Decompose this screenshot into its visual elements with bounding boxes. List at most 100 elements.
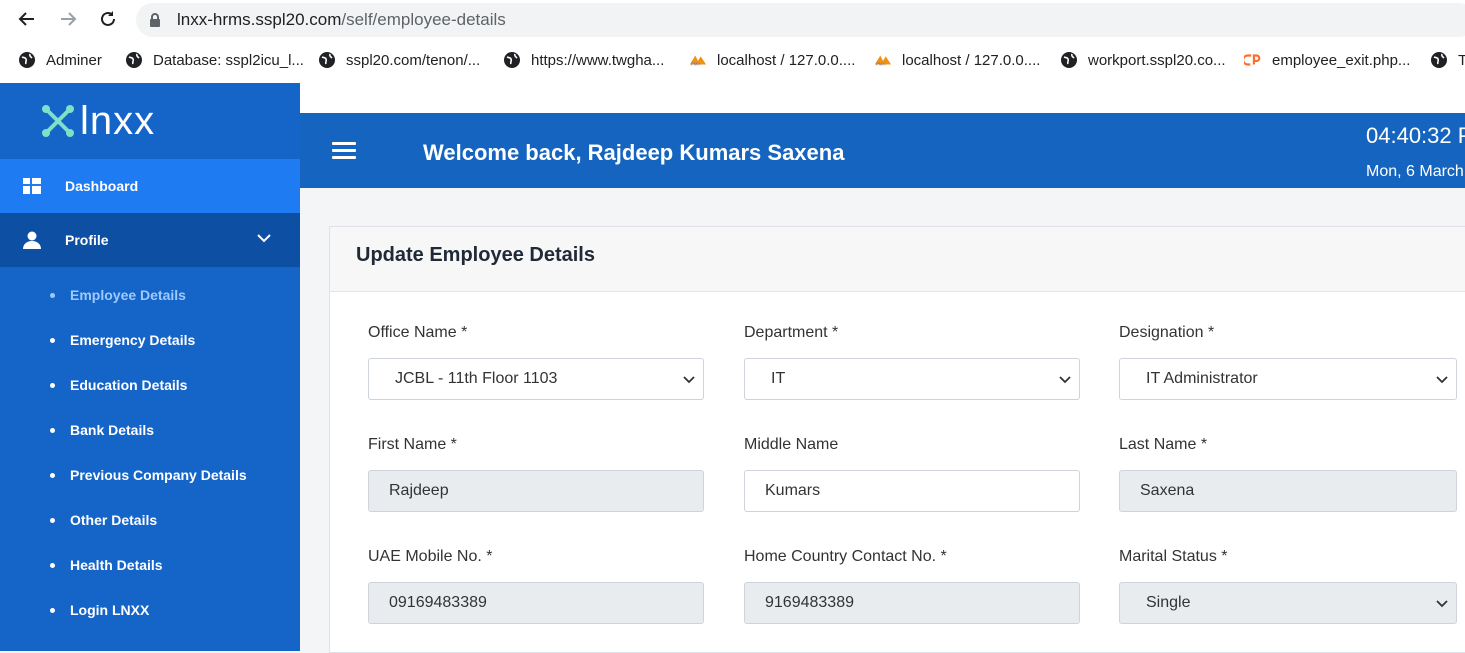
user-icon	[23, 231, 41, 249]
sidebar-subitem-label: Employee Details	[70, 287, 186, 303]
bookmark-label: localhost / 127.0.0....	[902, 51, 1041, 69]
logo: lnxx	[40, 101, 155, 141]
bullet-icon	[50, 292, 55, 298]
bullet-icon	[50, 607, 55, 613]
clock-date: Mon, 6 March	[1366, 163, 1464, 180]
sidebar-item-dashboard[interactable]: Dashboard	[0, 159, 300, 213]
sidebar-item-label: Dashboard	[65, 178, 139, 194]
bookmark-label: T	[1458, 51, 1465, 69]
welcome-message: Welcome back, Rajdeep Kumars Saxena	[423, 140, 845, 165]
svg-text:PMA: PMA	[876, 61, 886, 66]
bookmark-item[interactable]: T	[1430, 50, 1465, 70]
bookmarks-bar: Adminer Database: sspl2icu_l... sspl20.com…	[0, 44, 1465, 76]
bookmark-label: employee_exit.php...	[1272, 51, 1411, 69]
page-header: Welcome back, Rajdeep Kumars Saxena 04:4…	[300, 113, 1465, 188]
bullet-icon	[50, 562, 55, 568]
bookmark-label: sspl20.com/tenon/...	[346, 51, 481, 69]
bookmark-item[interactable]: sspl20.com/tenon/...	[318, 50, 480, 70]
sidebar-item-profile[interactable]: Profile	[0, 213, 300, 267]
home-contact-input[interactable]: 9169483389	[744, 582, 1080, 624]
office-name-select[interactable]: JCBL - 11th Floor 1103	[368, 358, 704, 400]
marital-status-label: Marital Status *	[1119, 548, 1228, 565]
sidebar-subitem-previous-company-details[interactable]: Previous Company Details	[50, 467, 247, 483]
chevron-down-icon	[257, 234, 271, 243]
bullet-icon	[50, 517, 55, 523]
designation-select[interactable]: IT Administrator	[1119, 358, 1457, 400]
sidebar-subitem-other-details[interactable]: Other Details	[50, 512, 157, 528]
sidebar-subitem-education-details[interactable]: Education Details	[50, 377, 187, 393]
bookmark-item[interactable]: workport.sspl20.co...	[1060, 50, 1226, 70]
last-name-input[interactable]: Saxena	[1119, 470, 1457, 512]
department-value: IT	[771, 370, 786, 387]
bookmark-label: workport.sspl20.co...	[1088, 51, 1226, 69]
sidebar-subitem-label: Previous Company Details	[70, 467, 247, 483]
lock-icon	[150, 13, 160, 27]
last-name-value: Saxena	[1140, 482, 1195, 499]
designation-label: Designation *	[1119, 324, 1215, 341]
chevron-down-icon	[1436, 600, 1448, 608]
url-path: /self/employee-details	[341, 10, 506, 29]
top-spacer	[300, 83, 1465, 113]
sidebar-subitem-login-lnxx[interactable]: Login LNXX	[50, 602, 149, 618]
phpmyadmin-icon: PMA	[689, 51, 707, 69]
bookmark-label: Adminer	[46, 51, 102, 69]
globe-icon	[503, 51, 521, 69]
bookmark-label: https://www.twgha...	[531, 51, 665, 69]
sidebar-subitem-label: Login LNXX	[70, 602, 150, 618]
first-name-input[interactable]: Rajdeep	[368, 470, 704, 512]
hamburger-menu-icon[interactable]	[332, 142, 356, 160]
bookmark-item[interactable]: PMA localhost / 127.0.0....	[689, 50, 855, 70]
uae-mobile-input[interactable]: 09169483389	[368, 582, 704, 624]
uae-mobile-value: 09169483389	[389, 594, 487, 611]
office-name-value: JCBL - 11th Floor 1103	[395, 370, 558, 387]
card-header: Update Employee Details	[330, 227, 1465, 292]
department-select[interactable]: IT	[744, 358, 1080, 400]
sidebar-subitem-health-details[interactable]: Health Details	[50, 557, 163, 573]
chevron-down-icon	[1059, 376, 1071, 384]
bookmark-label: Database: sspl2icu_l...	[153, 51, 304, 69]
globe-icon	[1060, 51, 1078, 69]
bullet-icon	[50, 337, 55, 343]
sidebar-subitem-employee-details[interactable]: Employee Details	[50, 287, 186, 303]
bookmark-item[interactable]: https://www.twgha...	[503, 50, 664, 70]
svg-text:PMA: PMA	[691, 61, 701, 66]
middle-name-value: Kumars	[765, 482, 821, 499]
bullet-icon	[50, 382, 55, 388]
address-bar[interactable]: lnxx-hrms.sspl20.com/self/employee-detai…	[136, 3, 1465, 37]
department-label: Department *	[744, 324, 839, 341]
bookmark-item[interactable]: employee_exit.php...	[1244, 50, 1410, 70]
sidebar-subitem-label: Emergency Details	[70, 332, 196, 348]
arrow-right-icon	[61, 12, 77, 26]
sidebar-subitem-bank-details[interactable]: Bank Details	[50, 422, 154, 438]
reload-button[interactable]	[96, 7, 120, 31]
forward-button[interactable]	[56, 7, 80, 31]
first-name-value: Rajdeep	[389, 482, 449, 499]
bookmark-item[interactable]: PMA localhost / 127.0.0....	[874, 50, 1040, 70]
card-title: Update Employee Details	[356, 244, 595, 266]
bookmark-label: localhost / 127.0.0....	[717, 51, 856, 69]
marital-status-select[interactable]: Single	[1119, 582, 1457, 624]
arrow-left-icon	[18, 12, 34, 26]
sidebar: lnxx Dashboard Profile Employee Details E…	[0, 83, 300, 651]
phpmyadmin-icon: PMA	[874, 51, 892, 69]
sidebar-subitem-label: Other Details	[70, 512, 158, 528]
globe-icon	[125, 51, 143, 69]
url-host: lnxx-hrms.sspl20.com	[177, 10, 342, 29]
home-contact-value: 9169483389	[765, 594, 854, 611]
sidebar-subitem-label: Bank Details	[70, 422, 155, 438]
marital-status-value: Single	[1146, 594, 1191, 611]
middle-name-input[interactable]: Kumars	[744, 470, 1080, 512]
globe-icon	[1430, 51, 1448, 69]
sidebar-subitem-label: Education Details	[70, 377, 188, 393]
sidebar-item-label: Profile	[65, 232, 109, 248]
bookmark-item[interactable]: Adminer	[18, 50, 102, 70]
sidebar-subitem-label: Health Details	[70, 557, 163, 573]
bookmark-item[interactable]: Database: sspl2icu_l...	[125, 50, 304, 70]
chevron-down-icon	[683, 376, 695, 384]
chevron-down-icon	[1436, 376, 1448, 384]
globe-icon	[18, 51, 36, 69]
clock-time: 04:40:32 P	[1366, 123, 1465, 148]
browser-chrome: lnxx-hrms.sspl20.com/self/employee-detai…	[0, 0, 1465, 84]
sidebar-subitem-emergency-details[interactable]: Emergency Details	[50, 332, 195, 348]
back-button[interactable]	[15, 7, 39, 31]
